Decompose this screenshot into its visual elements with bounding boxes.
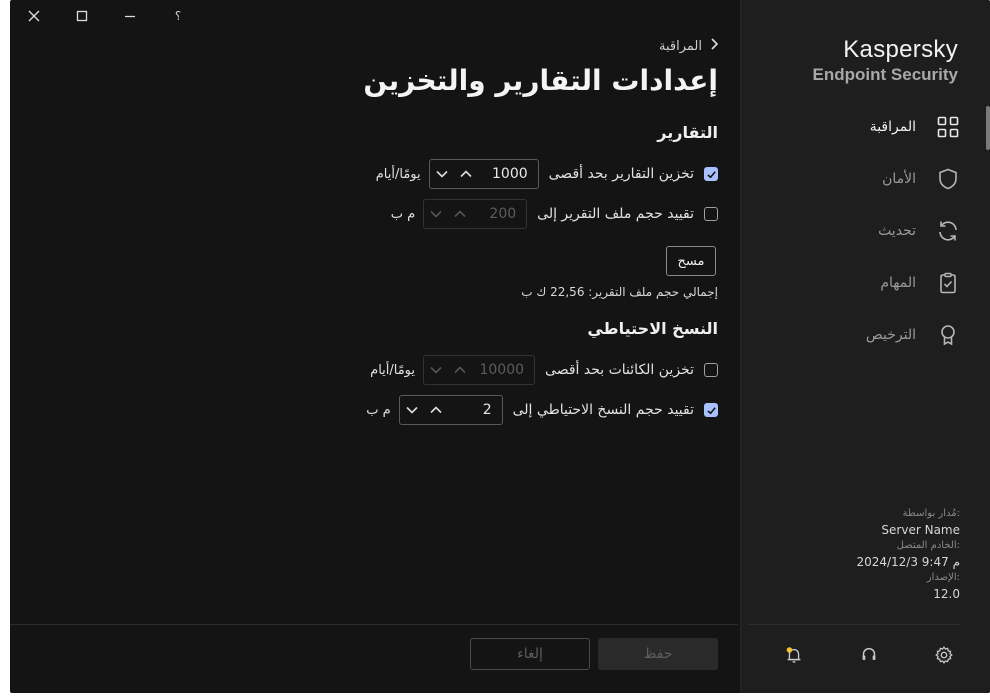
- sidebar-item-update[interactable]: تحديث: [760, 211, 960, 251]
- scrollbar[interactable]: [986, 106, 990, 150]
- store-reports-checkbox[interactable]: [704, 167, 718, 181]
- chevron-down-icon: [430, 210, 442, 218]
- settings-icon: [935, 646, 953, 664]
- managed-by-label: مُدار بواسطة:: [902, 508, 960, 519]
- sidebar-item-label: تحديث: [878, 223, 916, 239]
- sidebar-footer-divider: [748, 624, 960, 625]
- refresh-icon: [939, 221, 957, 241]
- main-content: المراقبة إعدادات التقارير والتخزين التقا…: [10, 0, 740, 620]
- save-button[interactable]: حفظ: [598, 638, 718, 670]
- award-icon: [941, 325, 955, 346]
- increment-button[interactable]: [424, 396, 448, 424]
- server-value: 2024/12/3 9:47 م: [856, 555, 960, 569]
- increment-button[interactable]: [454, 160, 478, 188]
- sidebar-item-license[interactable]: الترخيص: [760, 315, 960, 355]
- limit-report-size-stepper[interactable]: 200: [423, 199, 528, 229]
- notifications-button[interactable]: [783, 644, 805, 666]
- clear-reports-button[interactable]: مسح: [666, 246, 716, 276]
- limit-report-size-unit: م ب: [390, 206, 416, 222]
- limit-backup-size-unit: م ب: [366, 402, 391, 418]
- limit-backup-size-checkbox[interactable]: [704, 403, 718, 417]
- breadcrumb-label: المراقبة: [659, 38, 702, 54]
- chevron-down-icon: [436, 170, 448, 178]
- limit-report-size-row: تقييد حجم ملف التقرير إلى 200 م ب: [391, 198, 718, 230]
- store-objects-row: تخزين الكائنات بحد أقصى 10000 يومًا/أيام: [370, 354, 718, 386]
- store-objects-value[interactable]: 10000: [472, 362, 534, 378]
- store-objects-unit: يومًا/أيام: [370, 362, 416, 378]
- sidebar-separator: [740, 0, 741, 693]
- sidebar-item-label: المهام: [880, 275, 916, 291]
- breadcrumb[interactable]: المراقبة: [659, 38, 719, 54]
- limit-report-size-value[interactable]: 200: [472, 206, 526, 222]
- decrement-button[interactable]: [424, 200, 448, 228]
- increment-button[interactable]: [448, 356, 472, 384]
- grid-icon: [937, 116, 959, 138]
- page-title: إعدادات التقارير والتخزين: [363, 64, 718, 97]
- managed-by-value: Server Name: [881, 523, 960, 537]
- server-label: الخادم المتصل:: [896, 540, 960, 551]
- section-backup-heading: النسخ الاحتياطي: [587, 319, 718, 338]
- store-reports-unit: يومًا/أيام: [375, 166, 421, 182]
- store-reports-value[interactable]: 1000: [478, 166, 538, 182]
- store-objects-label: تخزين الكائنات بحد أقصى: [545, 362, 694, 378]
- sidebar-item-label: المراقبة: [869, 119, 916, 135]
- chevron-up-icon: [454, 210, 466, 218]
- section-reports-heading: التقارير: [657, 123, 718, 142]
- checkmark-icon: [706, 170, 716, 178]
- chevron-up-icon: [460, 170, 472, 178]
- chevron-down-icon: [406, 406, 418, 414]
- cancel-button[interactable]: إلغاء: [470, 638, 590, 670]
- increment-button[interactable]: [448, 200, 472, 228]
- support-button[interactable]: [858, 644, 880, 666]
- checkmark-icon: [706, 406, 716, 414]
- limit-backup-size-stepper[interactable]: 2: [398, 395, 503, 425]
- clipboard-icon: [940, 272, 956, 294]
- connection-info: مُدار بواسطة: Server Name الخادم المتصل:…: [856, 506, 960, 602]
- version-value: 12.0: [933, 587, 960, 601]
- app-window: ؟ المراقبة إعدادات التقارير والتخزين الت…: [10, 0, 990, 693]
- total-report-size: إجمالي حجم ملف التقرير: 22,56 ك ب: [521, 285, 718, 299]
- decrement-button[interactable]: [430, 160, 454, 188]
- limit-backup-size-row: تقييد حجم النسخ الاحتياطي إلى 2 م ب: [366, 394, 718, 426]
- brand-name: Kaspersky: [843, 36, 958, 63]
- settings-button[interactable]: [933, 644, 955, 666]
- sidebar-item-tasks[interactable]: المهام: [760, 263, 960, 303]
- decrement-button[interactable]: [400, 396, 424, 424]
- notifications-icon: [786, 647, 801, 663]
- sidebar: Kaspersky Endpoint Security المراقبة الأ…: [740, 0, 990, 693]
- support-icon: [862, 647, 876, 661]
- limit-report-size-checkbox[interactable]: [704, 207, 718, 221]
- store-reports-label: تخزين التقارير بحد أقصى: [548, 166, 694, 182]
- version-label: الإصدار:: [926, 572, 960, 583]
- chevron-back-icon: [710, 38, 719, 54]
- sidebar-item-label: الأمان: [882, 171, 916, 187]
- limit-backup-size-label: تقييد حجم النسخ الاحتياطي إلى: [512, 402, 694, 418]
- shield-icon: [939, 168, 957, 190]
- chevron-up-icon: [430, 406, 442, 414]
- store-objects-checkbox[interactable]: [704, 363, 718, 377]
- decrement-button[interactable]: [424, 356, 448, 384]
- sidebar-item-label: الترخيص: [865, 327, 916, 343]
- chevron-down-icon: [430, 366, 442, 374]
- chevron-up-icon: [454, 366, 466, 374]
- sidebar-item-monitoring[interactable]: المراقبة: [760, 107, 960, 147]
- limit-backup-size-value[interactable]: 2: [448, 402, 502, 418]
- store-reports-row: تخزين التقارير بحد أقصى 1000 يومًا/أيام: [376, 158, 718, 190]
- footer-divider: [10, 624, 738, 625]
- sidebar-item-security[interactable]: الأمان: [760, 159, 960, 199]
- store-reports-stepper[interactable]: 1000: [428, 159, 539, 189]
- brand-product: Endpoint Security: [812, 65, 958, 84]
- limit-report-size-label: تقييد حجم ملف التقرير إلى: [537, 206, 694, 222]
- store-objects-stepper[interactable]: 10000: [423, 355, 536, 385]
